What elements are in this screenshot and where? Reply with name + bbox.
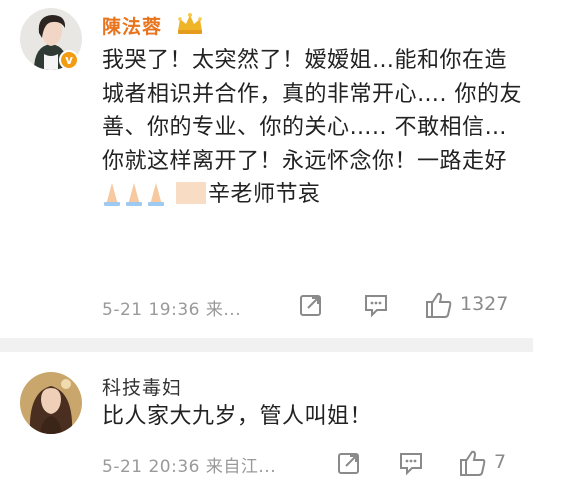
comment-text-tail: 辛老师节哀 [208,182,321,207]
verified-badge-icon: v [59,50,79,70]
comment-divider [0,338,533,352]
comment-text-main: 我哭了！太突然了！嫒嫒姐…能和你在造城者相识并合作，真的非常开心…. 你的友善、… [102,48,522,174]
avatar[interactable] [20,372,82,434]
comment-item: 科技毒妇 比人家大九岁，管人叫姐！ 5-21 20:36 来自江... 7 [0,352,581,477]
comment-source: 来... [205,300,242,320]
comment-text: 我哭了！太突然了！嫒嫒姐…能和你在造城者相识并合作，真的非常开心…. 你的友善、… [102,44,522,218]
comment-meta: 5-21 19:36 来... [102,295,241,320]
like-count: 7 [494,451,507,473]
like-count: 1327 [460,293,509,315]
forward-icon[interactable] [298,292,324,318]
comment-icon[interactable] [363,292,389,318]
forward-icon[interactable] [336,450,362,476]
username[interactable]: 陳法蓉 [102,12,162,39]
crown-badge-icon [178,13,202,34]
username[interactable]: 科技毒妇 [102,373,182,400]
praying-hands-icon [102,181,172,218]
like-icon[interactable] [458,448,488,478]
placeholder-emoji-icon [176,182,206,204]
comment-text: 比人家大九岁，管人叫姐！ [102,404,373,429]
like-icon[interactable] [424,290,454,320]
comment-meta: 5-21 20:36 来自江... [102,452,276,477]
comment-icon[interactable] [398,450,424,476]
comment-time: 5-21 20:36 [102,457,200,477]
comment-time: 5-21 19:36 [102,300,200,320]
comment-source: 来自江... [205,457,277,477]
comment-item: v 陳法蓉 我哭了！太突然了！嫒嫒姐…能和你在造城者相识并合作，真的非常开心….… [0,0,581,338]
